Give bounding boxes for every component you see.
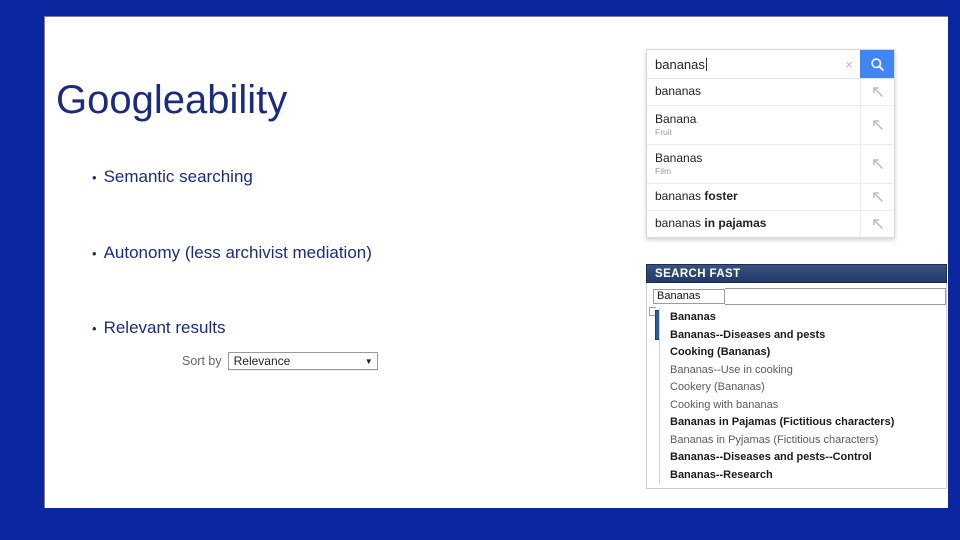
list-item[interactable]: Bananas xyxy=(670,309,946,327)
search-fast-body: Bananas Bananas Bananas--Diseases and pe… xyxy=(646,283,947,489)
slide: Googleability • Semantic searching • Aut… xyxy=(0,0,960,540)
suggestion-text: bananas foster xyxy=(647,186,860,208)
search-icon xyxy=(870,57,884,71)
sort-by-select[interactable]: Relevance ▼ xyxy=(227,352,378,370)
bullet-item-relevant-results: • Relevant results xyxy=(92,318,225,338)
list-item[interactable]: Cooking (Bananas) xyxy=(670,344,946,362)
bullet-text: Semantic searching xyxy=(103,167,253,186)
search-fast-input-row: Bananas xyxy=(647,283,946,308)
suggestion-completion: foster xyxy=(704,189,738,204)
bullet-item-semantic-searching: • Semantic searching xyxy=(92,167,253,187)
clear-icon[interactable]: × xyxy=(838,50,860,78)
list-item[interactable]: Cookery (Bananas) xyxy=(670,379,946,397)
google-search-input[interactable]: bananas xyxy=(647,50,838,78)
insert-suggestion-button[interactable] xyxy=(860,211,894,237)
search-fast-suggestion-list: Bananas Bananas--Diseases and pests Cook… xyxy=(659,308,946,484)
slide-border-left xyxy=(0,0,44,540)
suggestion-text: Bananas Film xyxy=(647,148,860,181)
arrow-up-left-icon xyxy=(872,120,883,131)
text-caret xyxy=(705,57,707,71)
slide-border-right xyxy=(948,0,960,540)
list-item[interactable]: Bananas--Use in cooking xyxy=(670,362,946,380)
page-title: Googleability xyxy=(56,78,288,122)
suggestion-main: bananas xyxy=(655,189,705,204)
bullet-text: Autonomy (less archivist mediation) xyxy=(103,243,372,262)
list-item[interactable]: Bananas in Pajamas (Fictitious character… xyxy=(670,414,946,432)
insert-suggestion-button[interactable] xyxy=(860,79,894,105)
suggestion-row[interactable]: Banana Fruit xyxy=(647,106,894,145)
suggestion-main: bananas xyxy=(655,216,705,231)
search-fast-input[interactable]: Bananas xyxy=(653,288,725,304)
list-item[interactable]: Bananas--Diseases and pests xyxy=(670,327,946,345)
insert-suggestion-button[interactable] xyxy=(860,106,894,144)
insert-suggestion-button[interactable] xyxy=(860,184,894,210)
suggestion-row[interactable]: bananas foster xyxy=(647,184,894,211)
bullet-text: Relevant results xyxy=(103,318,226,337)
google-search-bar: bananas × xyxy=(647,50,894,79)
search-button[interactable] xyxy=(860,50,894,78)
sort-by-label: Sort by xyxy=(182,354,222,368)
arrow-up-left-icon xyxy=(872,87,883,98)
search-fast-query-text: Bananas xyxy=(657,290,701,302)
search-fast-input-extension[interactable] xyxy=(725,287,946,305)
suggestion-text: Banana Fruit xyxy=(647,109,860,142)
suggestion-text: bananas xyxy=(647,81,860,103)
list-item[interactable]: Cooking with bananas xyxy=(670,397,946,415)
google-autocomplete-panel: bananas × bananas Banana Fruit Bananas F… xyxy=(646,49,895,238)
search-fast-panel: SEARCH FAST Bananas Bananas Bananas--Dis… xyxy=(646,264,947,489)
sort-by-selected-value: Relevance xyxy=(233,354,291,368)
bullet-marker-icon: • xyxy=(92,170,97,185)
suggestion-main: Bananas xyxy=(655,150,703,165)
arrow-up-left-icon xyxy=(872,159,883,170)
suggestion-row[interactable]: bananas in pajamas xyxy=(647,211,894,237)
suggestion-row[interactable]: Bananas Film xyxy=(647,145,894,184)
slide-border-bottom xyxy=(0,508,960,540)
search-fast-header: SEARCH FAST xyxy=(646,264,947,283)
google-search-query-text: bananas xyxy=(655,56,705,72)
chevron-down-icon: ▼ xyxy=(364,356,373,366)
suggestion-text: bananas in pajamas xyxy=(647,213,860,235)
suggestion-main: bananas xyxy=(655,84,702,99)
bullet-marker-icon: • xyxy=(92,321,97,336)
slide-border-top xyxy=(0,0,960,16)
bullet-marker-icon: • xyxy=(92,246,97,261)
list-item[interactable]: Bananas--Research xyxy=(670,467,946,485)
arrow-up-left-icon xyxy=(872,219,883,230)
suggestion-main: Banana xyxy=(655,111,697,126)
suggestion-completion: in pajamas xyxy=(704,216,767,231)
bullet-item-autonomy: • Autonomy (less archivist mediation) xyxy=(92,243,372,263)
suggestion-row[interactable]: bananas xyxy=(647,79,894,106)
list-item[interactable]: Bananas in Pyjamas (Fictitious character… xyxy=(670,432,946,450)
insert-suggestion-button[interactable] xyxy=(860,145,894,183)
suggestion-subtitle: Fruit xyxy=(655,126,672,137)
arrow-up-left-icon xyxy=(872,192,883,203)
sort-by-control: Sort by Relevance ▼ xyxy=(182,352,378,370)
suggestion-subtitle: Film xyxy=(655,165,672,176)
list-item[interactable]: Bananas--Diseases and pests--Control xyxy=(670,449,946,467)
